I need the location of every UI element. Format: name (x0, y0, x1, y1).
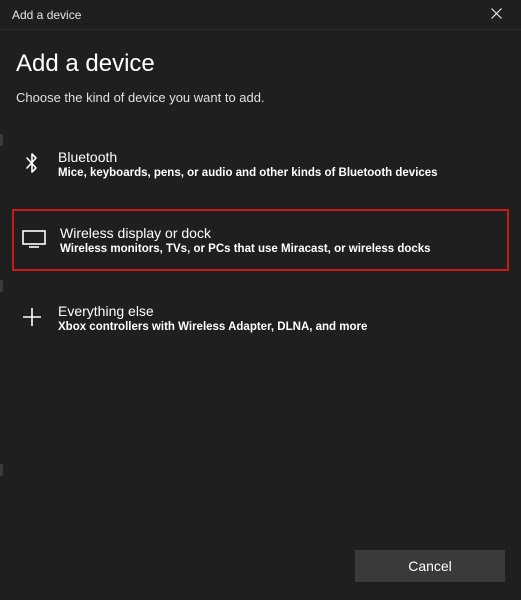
option-title: Bluetooth (58, 149, 495, 165)
option-everything-else[interactable]: Everything else Xbox controllers with Wi… (16, 289, 505, 347)
cancel-button[interactable]: Cancel (355, 550, 505, 582)
divider-tick (0, 280, 3, 292)
option-desc: Mice, keyboards, pens, or audio and othe… (58, 167, 495, 179)
divider-tick (0, 464, 3, 476)
titlebar: Add a device (0, 0, 521, 30)
option-desc: Wireless monitors, TVs, or PCs that use … (60, 243, 499, 255)
option-title: Wireless display or dock (60, 225, 499, 241)
footer: Cancel (355, 550, 505, 582)
option-text: Everything else Xbox controllers with Wi… (58, 303, 495, 333)
monitor-icon (22, 227, 46, 251)
divider-tick (0, 134, 3, 146)
close-icon (491, 6, 502, 24)
option-title: Everything else (58, 303, 495, 319)
plus-icon (20, 305, 44, 329)
device-options: Bluetooth Mice, keyboards, pens, or audi… (16, 135, 505, 363)
page-subtitle: Choose the kind of device you want to ad… (16, 90, 505, 105)
option-desc: Xbox controllers with Wireless Adapter, … (58, 321, 495, 333)
option-wireless-display[interactable]: Wireless display or dock Wireless monito… (12, 209, 509, 271)
page-title: Add a device (16, 50, 505, 78)
option-text: Wireless display or dock Wireless monito… (60, 225, 499, 255)
option-text: Bluetooth Mice, keyboards, pens, or audi… (58, 149, 495, 179)
close-button[interactable] (483, 2, 509, 28)
bluetooth-icon (20, 151, 44, 175)
content: Add a device Choose the kind of device y… (0, 30, 521, 363)
window-title: Add a device (12, 8, 81, 22)
option-bluetooth[interactable]: Bluetooth Mice, keyboards, pens, or audi… (16, 135, 505, 193)
